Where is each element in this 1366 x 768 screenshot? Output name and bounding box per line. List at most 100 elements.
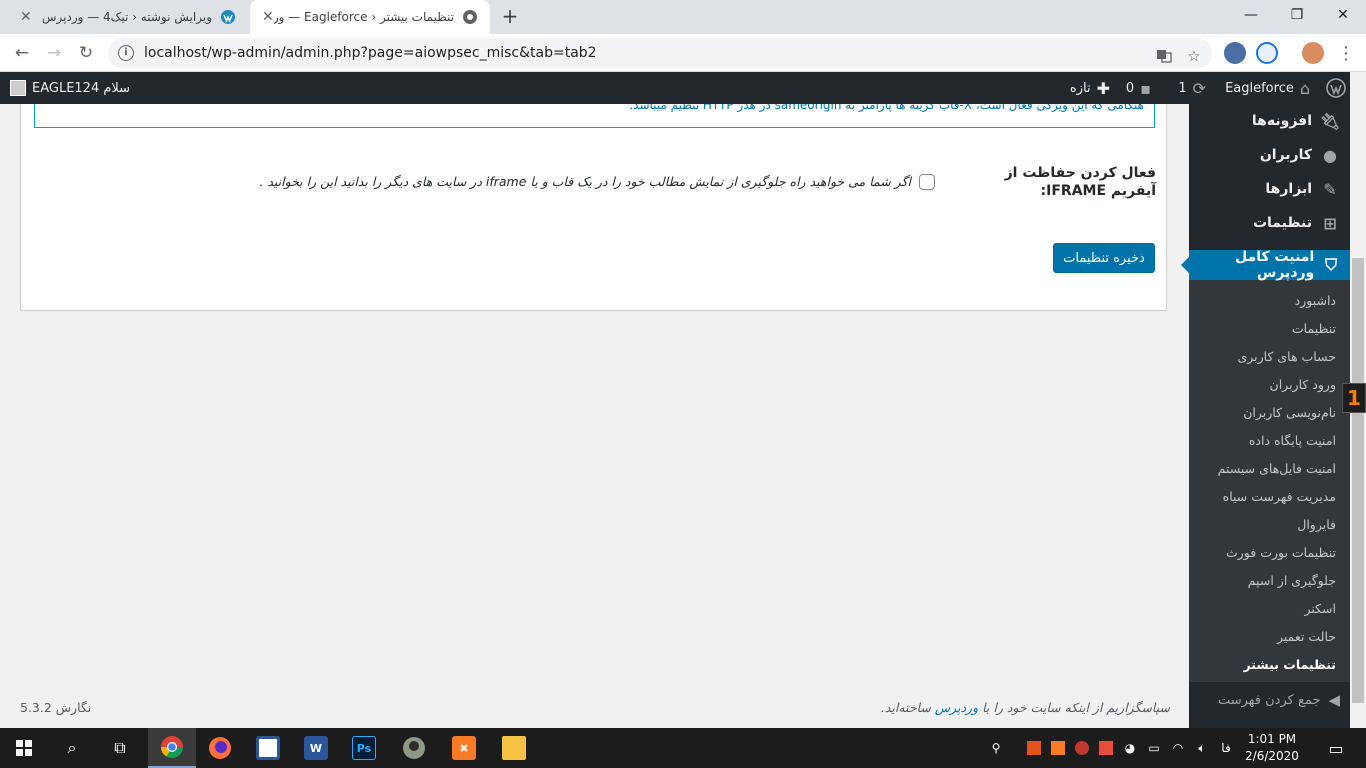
task-view-icon[interactable]: ⧉ <box>96 728 144 768</box>
word-app-icon[interactable]: W <box>292 728 340 768</box>
url-text: localhost/wp-admin/admin.php?page=aiowps… <box>144 45 597 61</box>
submenu-maintenance[interactable]: حالت تعمیر <box>1189 622 1350 650</box>
system-clock[interactable]: 1:01 PM 2/6/2020 <box>1238 731 1306 765</box>
network-tray-icon[interactable]: ◕ <box>1120 728 1140 768</box>
reload-icon[interactable]: ↻ <box>74 41 98 65</box>
submenu-dashboard[interactable]: داشبورد <box>1189 286 1350 314</box>
iframe-protection-description: اگر شما می خواهید راه جلوگیری از نمایش م… <box>259 174 911 189</box>
battery-icon[interactable]: ▭ <box>1144 728 1164 768</box>
tab-title: تنظیمات بیشتر ‹ Eagleforce — ورد <box>273 10 454 24</box>
people-icon[interactable]: ⚲ <box>986 728 1006 768</box>
submenu-filesystem-security[interactable]: امنیت فایل‌های سیستم <box>1189 454 1350 482</box>
notification-icon[interactable]: ▭ <box>1318 728 1354 768</box>
sidebar-item-plugins[interactable]: 🔌︎ افزونه‌ها <box>1189 104 1350 138</box>
greeting: سلام EAGLE124 <box>32 80 131 96</box>
close-icon[interactable]: ✕ <box>262 9 274 25</box>
sidebar-item-wp-security[interactable]: ⛉ امنیت کامل وردپرس <box>1181 249 1350 281</box>
inkscape-app-icon[interactable] <box>390 728 438 768</box>
xampp-app-icon[interactable]: ✖ <box>440 728 488 768</box>
back-arrow-icon[interactable]: ← <box>10 41 34 65</box>
xampp-tray-icon[interactable] <box>1048 728 1068 768</box>
language-indicator[interactable]: فا <box>1216 728 1236 768</box>
minimize-icon[interactable]: — <box>1228 0 1274 30</box>
scrollbar-thumb[interactable] <box>1352 258 1364 703</box>
info-notice: هنگامی که این ویژگی فعال است، X-قاب گزین… <box>34 104 1155 128</box>
iframe-protection-checkbox[interactable] <box>919 174 935 190</box>
close-icon[interactable]: ✕ <box>20 9 32 25</box>
wordpress-link[interactable]: وردپرس <box>935 700 978 715</box>
kebab-menu-icon[interactable]: ⋮ <box>1334 41 1358 65</box>
thanks-suffix: ساخته‌اید. <box>880 700 931 715</box>
users-icon: ● <box>1323 145 1337 165</box>
extension-download-icon[interactable] <box>1256 42 1278 64</box>
submenu-database-security[interactable]: امنیت پایگاه داده <box>1189 426 1350 454</box>
forward-arrow-icon[interactable]: → <box>42 41 66 65</box>
collapse-menu-button[interactable]: ◀ جمع کردن فهرست <box>1189 682 1350 718</box>
windows-start-icon[interactable] <box>0 728 48 768</box>
submenu-user-login[interactable]: ورود کاربران <box>1189 370 1350 398</box>
photoshop-app-icon[interactable]: Ps <box>340 728 388 768</box>
chrome-app-icon[interactable] <box>148 728 196 768</box>
tray-app-icon[interactable] <box>1024 728 1044 768</box>
search-icon[interactable]: ⌕ <box>48 728 96 768</box>
my-account-link[interactable]: سلام EAGLE124 <box>10 72 130 104</box>
translate-icon[interactable] <box>1154 46 1174 66</box>
updates-link[interactable]: ⟳ 1 <box>1178 72 1206 104</box>
security-tray-icon[interactable] <box>1096 728 1116 768</box>
sidebar-item-tools[interactable]: ✎ ابزارها <box>1189 172 1350 206</box>
submenu-user-registration[interactable]: نام‌نویسی کاربران <box>1189 398 1350 426</box>
tray-app-icon[interactable] <box>1072 728 1092 768</box>
submenu-miscellaneous[interactable]: تنظیمات بیشتر <box>1189 650 1350 678</box>
info-icon[interactable]: i <box>118 45 134 61</box>
windows-taskbar: ⌕ ⧉ W Ps ✖ ⚲ ◕ ▭ ◠ 🔈︎ فا 1:01 PM 2/6/202… <box>0 728 1366 768</box>
folder-app-icon[interactable] <box>490 728 538 768</box>
sidebar-item-label: امنیت کامل وردپرس <box>1235 249 1315 281</box>
settings-panel: هنگامی که این ویژگی فعال است، X-قاب گزین… <box>20 104 1167 311</box>
security-submenu: داشبورد تنظیمات حساب های کاربری ورود کار… <box>1189 280 1350 682</box>
bookmark-star-icon[interactable]: ☆ <box>1184 46 1204 66</box>
wifi-icon[interactable]: ◠ <box>1168 728 1188 768</box>
extension-icon[interactable] <box>1224 42 1246 64</box>
maximize-icon[interactable]: ❐ <box>1274 0 1320 30</box>
submenu-scanner[interactable]: اسکنر <box>1189 594 1350 622</box>
new-content-link[interactable]: ✚ تازه <box>1070 72 1110 104</box>
sidebar-item-label: تنظیمات <box>1252 215 1312 231</box>
tab-more-settings[interactable]: تنظیمات بیشتر ‹ Eagleforce — ورد ✕ <box>250 0 490 34</box>
volume-icon[interactable]: 🔈︎ <box>1192 728 1212 768</box>
submenu-spam-prevention[interactable]: جلوگیری از اسپم <box>1189 566 1350 594</box>
collapse-label: جمع کردن فهرست <box>1217 692 1321 708</box>
admin-sidebar: 🔌︎ افزونه‌ها ● کاربران ✎ ابزارها ⊞ تنظیم… <box>1181 104 1350 728</box>
site-name: Eagleforce <box>1225 80 1294 96</box>
firefox-app-icon[interactable] <box>196 728 244 768</box>
plugin-icon: 🔌︎ <box>1319 111 1340 131</box>
submenu-settings[interactable]: تنظیمات <box>1189 314 1350 342</box>
clock-date: 2/6/2020 <box>1245 749 1299 763</box>
sidebar-item-label: کاربران <box>1259 147 1312 163</box>
address-bar[interactable]: i localhost/wp-admin/admin.php?page=aiow… <box>108 38 1212 68</box>
new-label: تازه <box>1069 80 1091 96</box>
window-close-icon[interactable]: ✕ <box>1320 0 1366 30</box>
tab-title: ویرایش نوشته ‹ تیک4 — وردپرس <box>41 10 212 24</box>
explorer-app-icon[interactable] <box>244 728 292 768</box>
new-tab-button[interactable]: + <box>498 5 522 29</box>
avatar <box>10 80 26 96</box>
comments-link[interactable]: ▪ 0 <box>1126 72 1151 104</box>
submenu-brute-force[interactable]: تنظیمات بورت فورث <box>1189 538 1350 566</box>
updates-icon: ⟳ <box>1192 78 1206 98</box>
site-name-link[interactable]: ⌂ Eagleforce <box>1225 72 1310 104</box>
wp-logo-icon[interactable] <box>1326 72 1346 104</box>
save-settings-button[interactable]: ذخیره تنظیمات <box>1053 243 1155 273</box>
comments-count: 0 <box>1125 80 1135 96</box>
globe-icon <box>462 9 478 25</box>
sidebar-item-settings[interactable]: ⊞ تنظیمات <box>1189 206 1350 240</box>
thanks-prefix: سپاسگزاریم از اینکه سایت خود را با <box>982 700 1170 715</box>
clock-time: 1:01 PM <box>1247 732 1297 746</box>
profile-avatar[interactable] <box>1302 42 1324 64</box>
sidebar-item-users[interactable]: ● کاربران <box>1189 138 1350 172</box>
sidebar-item-label: ابزارها <box>1265 181 1312 197</box>
tab-edit-post[interactable]: ویرایش نوشته ‹ تیک4 — وردپرس ✕ <box>8 0 248 34</box>
submenu-firewall[interactable]: فایروال <box>1189 510 1350 538</box>
submenu-blacklist-manager[interactable]: مدیریت فهرست سیاه <box>1189 482 1350 510</box>
shield-icon: ⛉ <box>1325 255 1338 274</box>
submenu-user-accounts[interactable]: حساب های کاربری <box>1189 342 1350 370</box>
